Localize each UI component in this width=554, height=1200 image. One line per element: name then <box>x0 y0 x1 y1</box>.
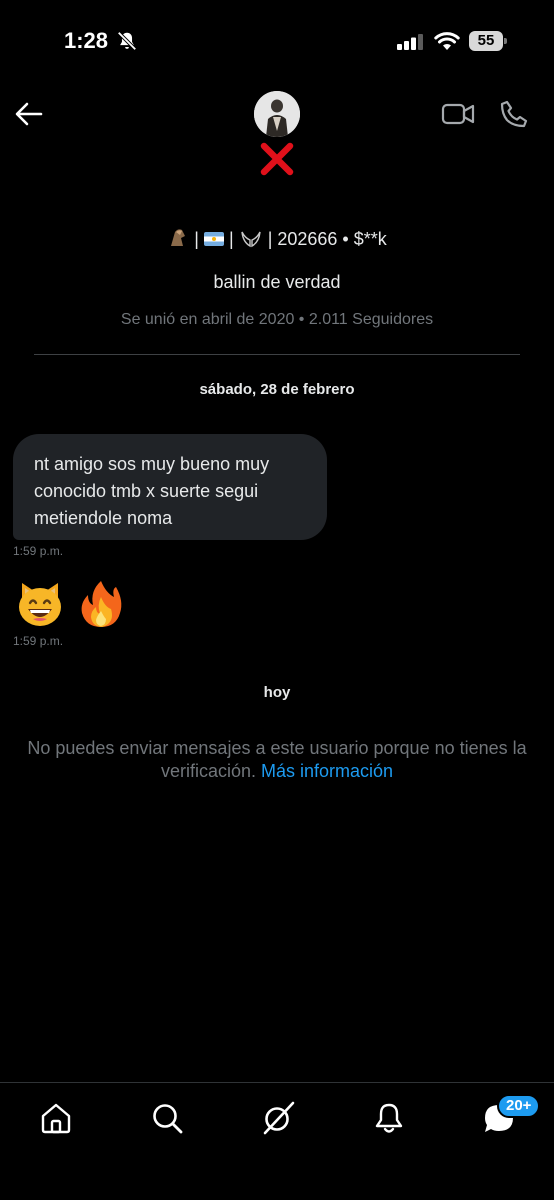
divider <box>34 354 520 355</box>
wifi-icon <box>434 32 460 50</box>
date-separator: sábado, 28 de febrero <box>199 381 355 398</box>
message-text-line: nt amigo sos muy bueno muy <box>34 454 270 474</box>
video-call-icon[interactable] <box>441 100 475 128</box>
grinning-cat-emoji <box>19 583 61 626</box>
bell-icon[interactable] <box>372 1101 406 1135</box>
message-text-line: conocido tmb x suerte segui <box>34 481 259 501</box>
grok-icon[interactable] <box>261 1101 295 1135</box>
phone-call-icon[interactable] <box>499 99 529 129</box>
verification-notice: No puedes enviar mensajes a este usuario… <box>12 737 542 783</box>
message-timestamp: 1:59 p.m. <box>13 544 64 558</box>
messages-badge: 20+ <box>497 1094 541 1118</box>
cellular-signal-icon <box>397 34 423 50</box>
status-time: 1:28 <box>64 28 109 53</box>
back-arrow-icon[interactable] <box>14 100 44 128</box>
argentina-flag-icon <box>203 232 224 246</box>
bell-slash-icon <box>117 31 137 51</box>
fire-emoji <box>82 581 122 627</box>
name-separator: | <box>228 229 234 249</box>
avatar[interactable] <box>254 91 300 137</box>
name-separator: | <box>194 229 199 249</box>
emoji-message[interactable] <box>16 579 134 631</box>
status-bar: 1:28 55 <box>0 0 554 80</box>
bottom-nav <box>0 1082 554 1200</box>
character-figure-icon <box>171 229 186 246</box>
message-timestamp: 1:59 p.m. <box>13 634 64 648</box>
date-separator-today: hoy <box>263 684 291 701</box>
profile-display-name: | | | 202666 • $**k <box>0 226 554 250</box>
more-info-link[interactable]: Más información <box>261 761 393 781</box>
battery-indicator: 55 <box>469 31 507 51</box>
search-icon[interactable] <box>150 1101 184 1135</box>
home-icon[interactable] <box>39 1101 73 1135</box>
profile-joined-followers: Se unió en abril de 2020 • 2.011 Seguido… <box>120 311 434 328</box>
avatar-image <box>254 91 300 137</box>
name-suffix: | 202666 • $**k <box>267 229 387 249</box>
message-bubble[interactable]: nt amigo sos muy bueno muy conocido tmb … <box>13 434 327 540</box>
profile-bio: ballin de verdad <box>213 272 341 292</box>
red-cross-mark-icon <box>260 142 294 176</box>
battery-level: 55 <box>477 32 495 49</box>
message-text-line: metiendole noma <box>34 508 173 528</box>
laurel-wings-icon <box>240 231 261 248</box>
